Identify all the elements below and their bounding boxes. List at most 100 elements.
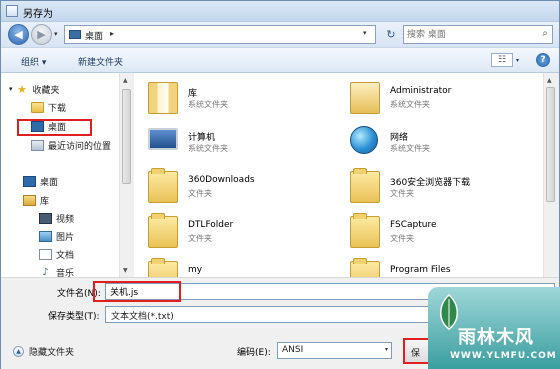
list-item[interactable]: DTLFolder 文件夹: [148, 213, 348, 253]
music-icon: ♪: [42, 266, 49, 278]
watermark-url: WWW.YLMFU.COM: [450, 351, 557, 361]
watermark-brand: 雨林木风: [458, 327, 534, 348]
sidebar-item-desktop[interactable]: 桌面: [23, 173, 58, 189]
file-type: 系统文件夹: [188, 144, 228, 153]
breadcrumb-chevron-icon[interactable]: ▸: [110, 29, 114, 38]
file-name: 网络: [390, 133, 409, 143]
folder-icon: [350, 168, 380, 203]
collapse-up-icon[interactable]: ▲: [13, 346, 24, 357]
sidebar-item-label: 桌面: [40, 177, 59, 188]
file-name: Administrator: [390, 86, 452, 96]
folder-icon: [31, 101, 44, 113]
collapse-arrow-icon[interactable]: ▾: [9, 85, 13, 93]
hide-folders-label[interactable]: 隐藏文件夹: [29, 345, 74, 358]
list-item[interactable]: 网络 系统文件夹: [350, 123, 543, 163]
star-icon: ★: [17, 82, 27, 96]
sidebar-item-videos[interactable]: 视频: [39, 210, 74, 226]
new-folder-button[interactable]: 新建文件夹: [78, 55, 123, 68]
scroll-down-icon[interactable]: ▼: [123, 267, 128, 274]
hide-folders-button[interactable]: ▲ 隐藏文件夹: [13, 345, 74, 358]
help-icon[interactable]: ?: [536, 53, 550, 67]
filename-highlight-box: [93, 281, 181, 302]
sidebar-item-libraries[interactable]: 库: [23, 192, 49, 208]
recent-pages-dropdown-icon[interactable]: ▾: [54, 30, 58, 38]
filetype-label: 保存类型(T):: [48, 312, 100, 322]
encoding-select[interactable]: ANSI ▾: [277, 342, 392, 359]
encoding-value[interactable]: ANSI: [282, 345, 303, 355]
address-row: ◀ ▶ ▾ 桌面 ▸ ▾ ↻ ⌕: [1, 22, 559, 47]
list-item[interactable]: 360Downloads 文件夹: [148, 168, 348, 208]
address-location[interactable]: 桌面: [85, 29, 103, 42]
sidebar-item-recent-places[interactable]: 最近访问的位置: [31, 137, 111, 153]
folder-icon: [148, 258, 178, 277]
file-name: 360安全浏览器下载: [390, 178, 471, 188]
list-item[interactable]: 库 系统文件夹: [148, 79, 348, 119]
sidebar-item-downloads[interactable]: 下载: [31, 99, 66, 115]
list-item[interactable]: Program Files: [350, 258, 543, 277]
sidebar-item-label: 库: [40, 196, 50, 207]
folder-icon: [148, 168, 178, 203]
file-list-scrollbar[interactable]: ▲: [543, 73, 557, 277]
forward-button[interactable]: ▶: [31, 24, 52, 45]
file-name: 计算机: [188, 133, 216, 143]
view-options-icon[interactable]: ☷: [491, 53, 513, 67]
file-list: 库 系统文件夹 Administrator 系统文件夹 计算机 系统文件夹 网络…: [134, 73, 543, 277]
file-type: 文件夹: [188, 189, 212, 198]
scrollbar-thumb[interactable]: [122, 89, 131, 184]
file-type: 文件夹: [390, 234, 414, 243]
save-as-dialog: 另存为 ◀ ▶ ▾ 桌面 ▸ ▾ ↻ ⌕ 组织 ▾ 新建文件夹 ☷ ▾ ? ▾ …: [0, 0, 560, 369]
scroll-up-icon[interactable]: ▲: [547, 77, 552, 84]
file-name: Program Files: [390, 265, 451, 275]
refresh-icon[interactable]: ↻: [381, 26, 401, 43]
list-item[interactable]: 360安全浏览器下载 文件夹: [350, 168, 543, 208]
desktop-highlight-box: [17, 119, 92, 136]
file-type: 系统文件夹: [390, 100, 430, 109]
folder-icon: [148, 213, 178, 248]
list-item[interactable]: 计算机 系统文件夹: [148, 123, 348, 163]
search-icon[interactable]: ⌕: [542, 28, 548, 39]
chevron-down-icon[interactable]: ▾: [385, 346, 388, 353]
desktop-icon: [69, 30, 81, 39]
search-box[interactable]: ⌕: [403, 25, 553, 44]
recent-places-icon: [31, 139, 44, 151]
file-name: my: [188, 265, 203, 275]
file-name: DTLFolder: [188, 220, 234, 230]
folder-icon: [350, 213, 380, 248]
file-name: FSCapture: [390, 220, 437, 230]
navigation-scrollbar[interactable]: ▲ ▼: [119, 73, 133, 277]
sidebar-item-music[interactable]: ♪ 音乐: [39, 264, 74, 278]
view-dropdown-icon[interactable]: ▾: [516, 57, 519, 64]
sidebar-item-documents[interactable]: 文档: [39, 246, 74, 262]
encoding-label: 编码(E):: [237, 348, 271, 358]
file-name: 360Downloads: [188, 175, 255, 185]
filetype-value[interactable]: 文本文档(*.txt): [111, 309, 174, 322]
desktop-icon: [23, 175, 36, 187]
back-button[interactable]: ◀: [8, 24, 29, 45]
folder-icon: [350, 258, 380, 277]
window-icon: [6, 5, 18, 17]
list-item[interactable]: my: [148, 258, 348, 277]
sidebar-item-pictures[interactable]: 图片: [39, 228, 74, 244]
save-button-label[interactable]: 保: [411, 346, 420, 359]
sidebar-item-label: 文档: [56, 250, 75, 261]
address-dropdown-icon[interactable]: ▾: [363, 29, 367, 37]
organize-button[interactable]: 组织 ▾: [21, 55, 46, 68]
file-type: 系统文件夹: [390, 144, 430, 153]
title-bar: 另存为: [1, 1, 559, 22]
document-icon: [39, 248, 52, 260]
navigation-pane: ▾ ★ 收藏夹 下载 桌面 最近访问的位置 桌面 库 视频 图片 文档 ♪ 音乐: [1, 73, 121, 277]
scroll-up-icon[interactable]: ▲: [123, 77, 128, 84]
video-icon: [39, 212, 52, 224]
file-name: 库: [188, 89, 198, 99]
sidebar-item-label: 收藏夹: [32, 85, 60, 96]
watermark-logo: 雨林木风 WWW.YLMFU.COM: [428, 287, 560, 369]
file-type: 系统文件夹: [188, 100, 228, 109]
address-bar[interactable]: 桌面 ▸: [64, 25, 376, 44]
list-item[interactable]: Administrator 系统文件夹: [350, 79, 543, 119]
search-input[interactable]: [407, 28, 532, 42]
sidebar-item-favorites[interactable]: ▾ ★ 收藏夹: [9, 81, 60, 97]
picture-icon: [39, 230, 52, 242]
toolbar: 组织 ▾ 新建文件夹 ☷ ▾ ?: [1, 47, 559, 73]
scrollbar-thumb[interactable]: [546, 87, 555, 202]
list-item[interactable]: FSCapture 文件夹: [350, 213, 543, 253]
